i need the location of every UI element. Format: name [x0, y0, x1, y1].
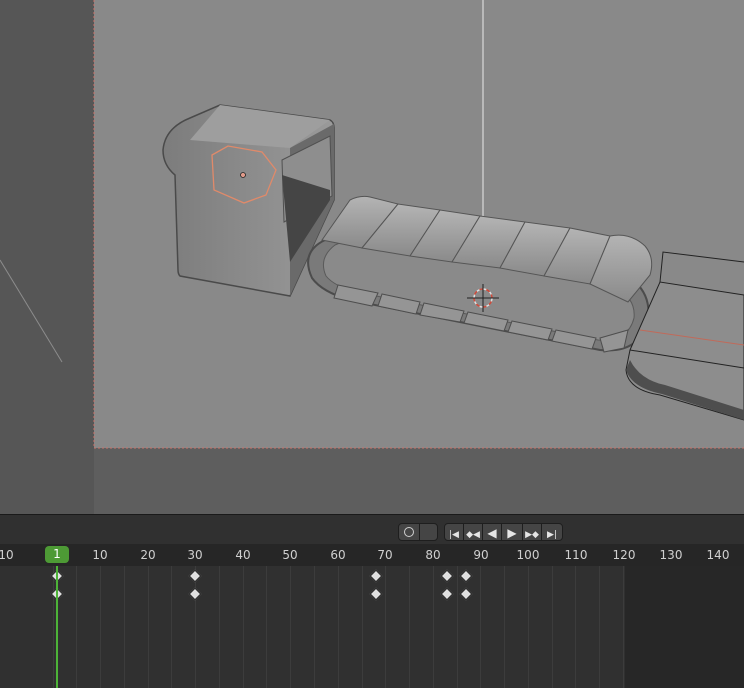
- prev-keyframe-icon: ◆◀: [466, 530, 480, 540]
- frame-gridline: [432, 566, 434, 688]
- ruler-tick: 120: [612, 548, 636, 562]
- jump-to-end-icon: ▶|: [547, 530, 557, 540]
- auto-keying-toggle[interactable]: [398, 523, 438, 541]
- frame-gridline: [409, 566, 411, 688]
- 3d-viewport[interactable]: [0, 0, 744, 514]
- frame-gridline: [290, 566, 292, 688]
- ruler-tick: 90: [473, 548, 489, 562]
- prev-keyframe-button[interactable]: ◆◀: [463, 523, 483, 541]
- frame-gridline: [313, 566, 315, 688]
- playback-header: |◀ ◆◀ ◀ ▶ ▶◆ ▶|: [0, 514, 744, 545]
- ruler-tick: 60: [330, 548, 346, 562]
- keyframe-diamond[interactable]: [459, 587, 473, 601]
- jump-to-start-icon: |◀: [449, 530, 459, 540]
- ruler-tick: 110: [564, 548, 588, 562]
- frame-gridline: [52, 566, 54, 688]
- keyframe-diamond[interactable]: [440, 569, 454, 583]
- frame-gridline: [575, 566, 577, 688]
- keyframe-diamond[interactable]: [440, 587, 454, 601]
- keyframe-diamond[interactable]: [369, 569, 383, 583]
- frame-ruler[interactable]: 10 10 20 30 40 50 60 70 80 90 100 110 12…: [0, 544, 744, 566]
- ruler-tick: 30: [187, 548, 203, 562]
- jump-to-start-button[interactable]: |◀: [444, 523, 464, 541]
- frame-gridline: [456, 566, 458, 688]
- viewport-scene: [0, 0, 744, 514]
- frame-gridline: [504, 566, 506, 688]
- ruler-tick: 10: [92, 548, 108, 562]
- ruler-tick: 80: [425, 548, 441, 562]
- ruler-tick: 20: [140, 548, 156, 562]
- keyframe-diamond[interactable]: [188, 569, 202, 583]
- frame-gridline: [599, 566, 601, 688]
- ruler-tick: 100: [516, 548, 540, 562]
- frame-gridline: [100, 566, 102, 688]
- play-icon: ▶: [507, 526, 517, 540]
- keyframe-tracks[interactable]: [0, 566, 744, 688]
- next-keyframe-button[interactable]: ▶◆: [522, 523, 542, 541]
- timeline-editor[interactable]: |◀ ◆◀ ◀ ▶ ▶◆ ▶| 10 10 20 30 40 50 60 70 …: [0, 514, 744, 688]
- ruler-tick: 40: [235, 548, 251, 562]
- frame-gridline: [385, 566, 387, 688]
- frame-gridline: [266, 566, 268, 688]
- next-keyframe-icon: ▶◆: [525, 530, 539, 540]
- frame-gridline: [171, 566, 173, 688]
- keyframe-diamond[interactable]: [369, 587, 383, 601]
- frame-gridline: [195, 566, 197, 688]
- frame-gridline: [361, 566, 363, 688]
- ruler-tick: 10: [0, 548, 14, 562]
- out-of-range-area: [625, 566, 744, 688]
- frame-gridline: [123, 566, 125, 688]
- current-frame-indicator[interactable]: 1: [45, 546, 69, 563]
- frame-gridline: [480, 566, 482, 688]
- record-circle-icon: [404, 527, 414, 537]
- divider: [419, 524, 420, 540]
- ruler-tick: 140: [706, 548, 730, 562]
- play-reverse-icon: ◀: [487, 526, 497, 540]
- frame-gridline: [218, 566, 220, 688]
- jump-to-end-button[interactable]: ▶|: [541, 523, 563, 541]
- keyframe-diamond[interactable]: [459, 569, 473, 583]
- frame-gridline: [337, 566, 339, 688]
- ruler-tick: 50: [282, 548, 298, 562]
- ruler-tick: 130: [659, 548, 683, 562]
- frame-gridline: [622, 566, 624, 688]
- keyframe-diamond[interactable]: [188, 587, 202, 601]
- frame-gridline: [527, 566, 529, 688]
- frame-gridline: [551, 566, 553, 688]
- play-reverse-button[interactable]: ◀: [482, 523, 502, 541]
- playhead[interactable]: [56, 566, 58, 688]
- frame-gridline: [242, 566, 244, 688]
- frame-gridline: [76, 566, 78, 688]
- ruler-tick: 70: [377, 548, 393, 562]
- frame-gridline: [147, 566, 149, 688]
- play-button[interactable]: ▶: [501, 523, 523, 541]
